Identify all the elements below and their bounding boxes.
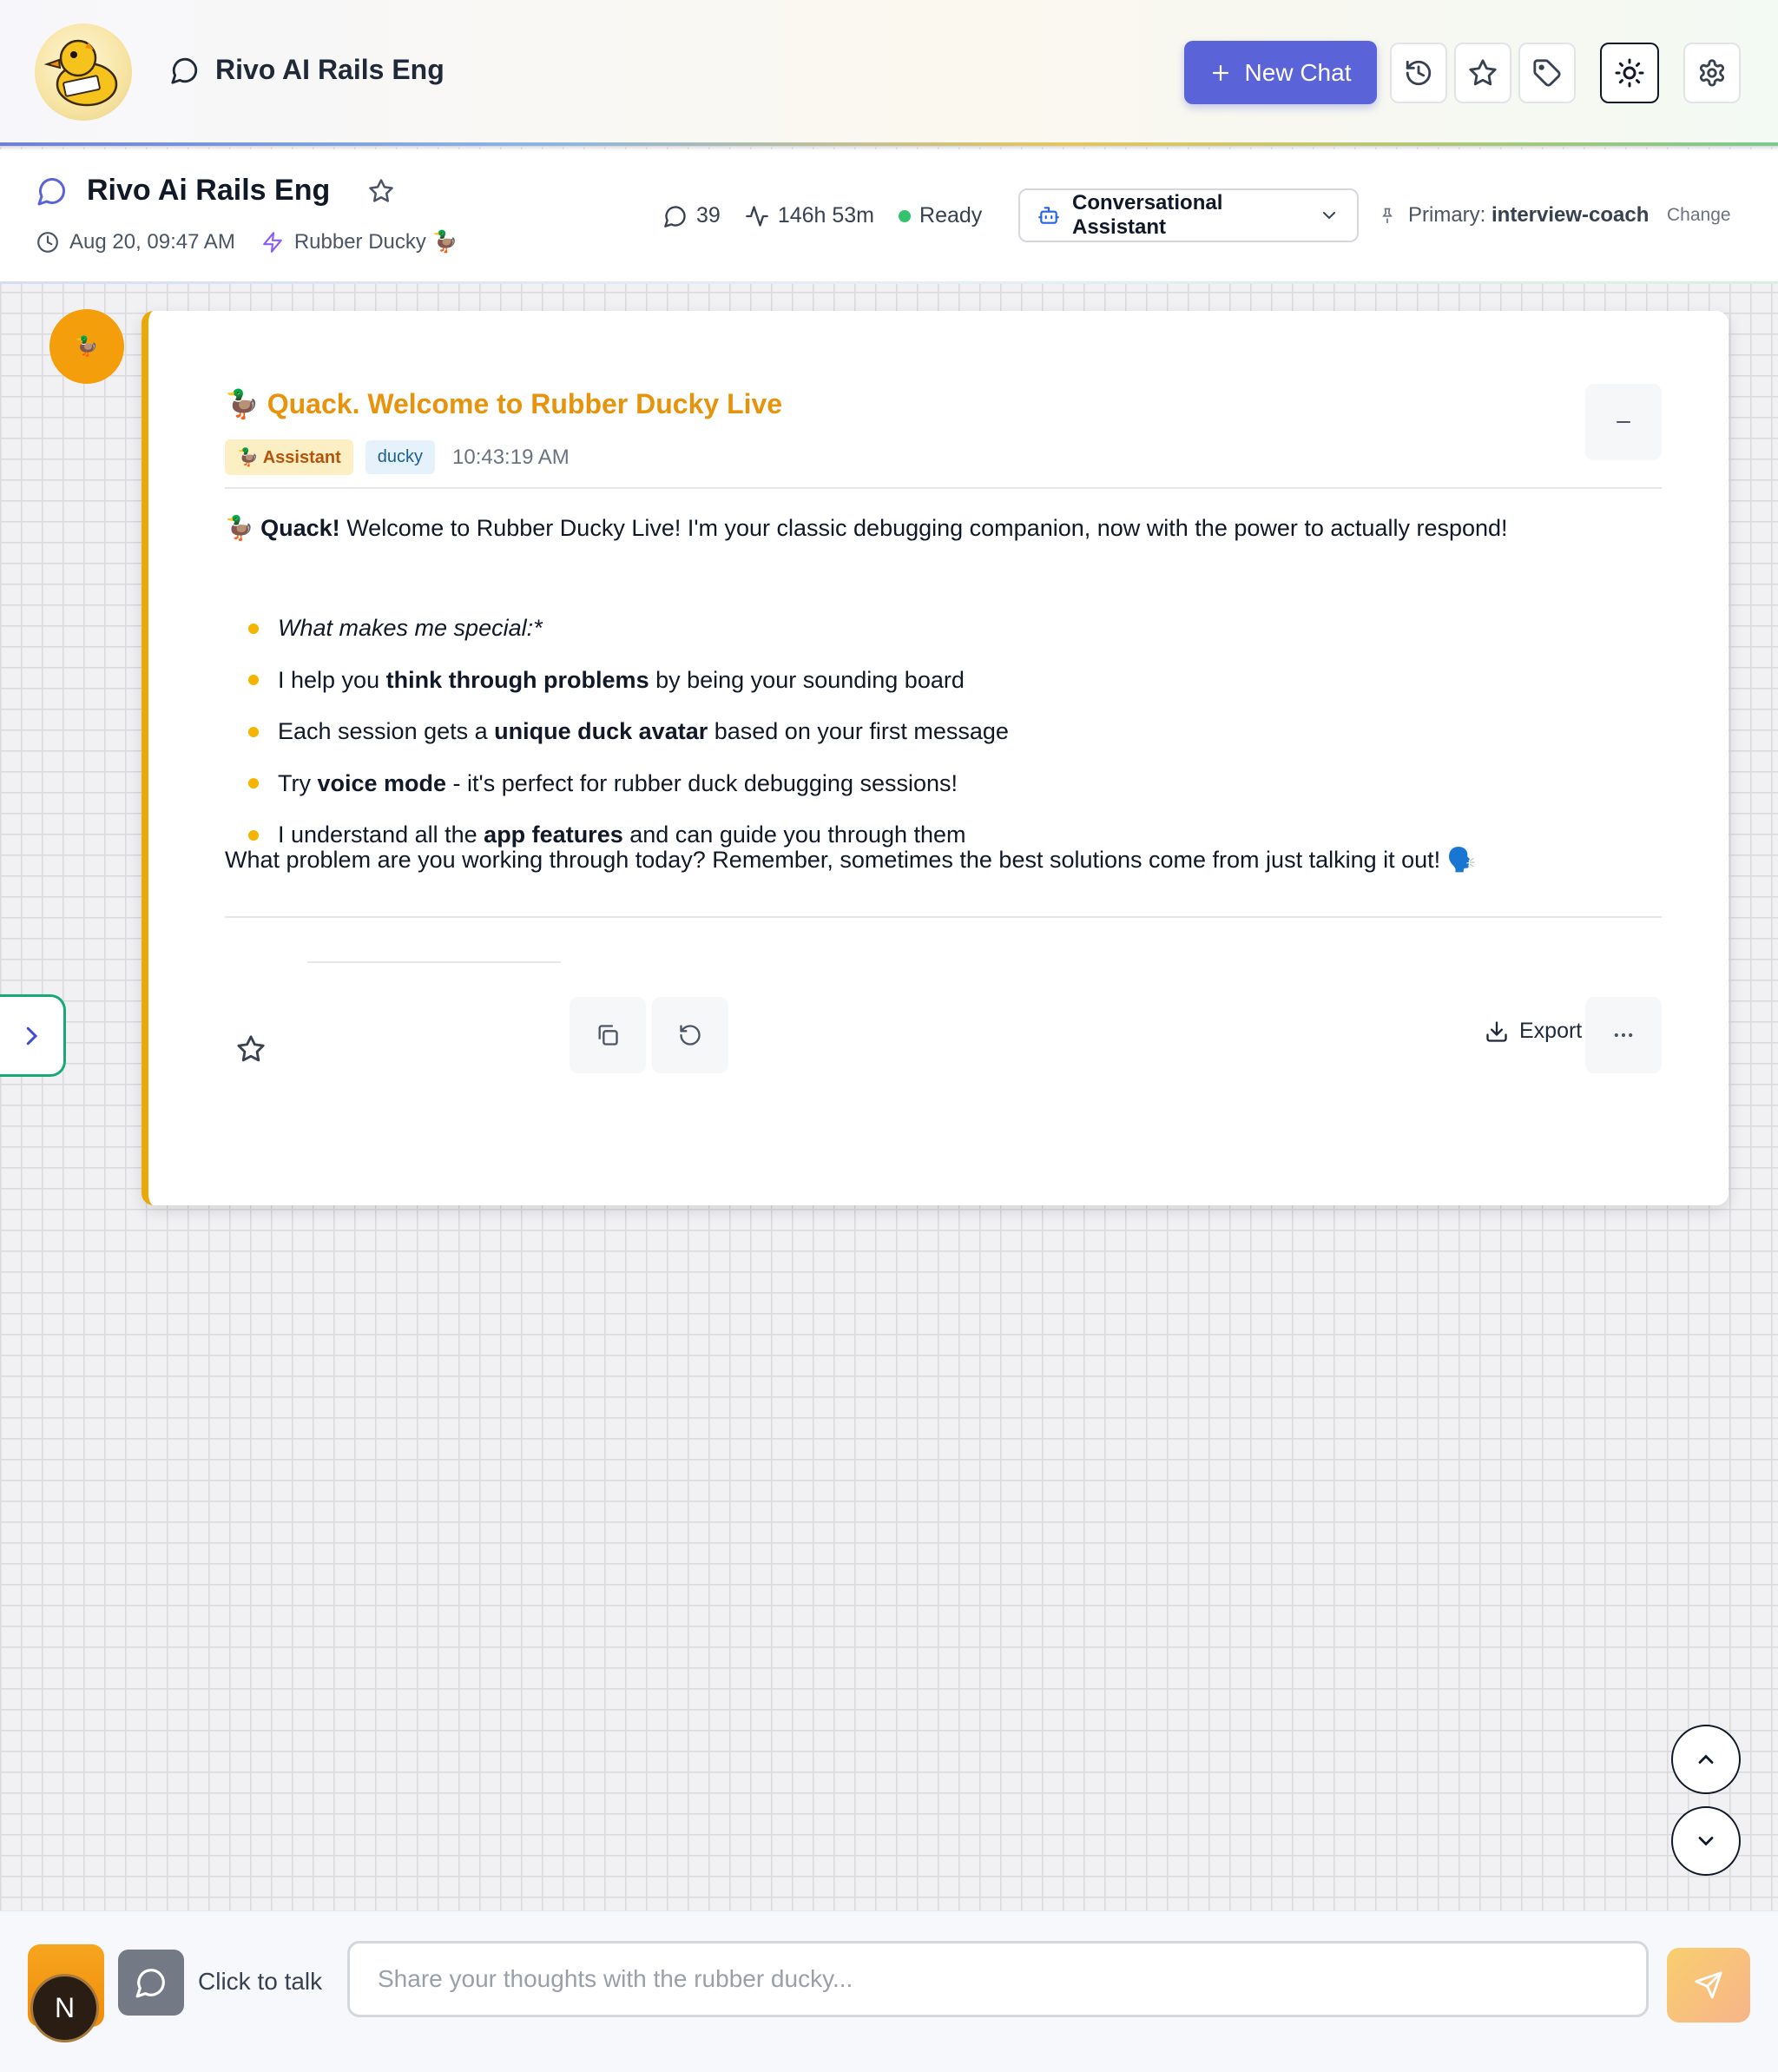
tag-icon xyxy=(1532,58,1562,88)
sidebar-toggle-button[interactable] xyxy=(0,994,66,1077)
refresh-icon xyxy=(678,1023,702,1047)
history-button[interactable] xyxy=(1390,43,1447,103)
settings-button[interactable] xyxy=(1683,43,1741,103)
status-dot xyxy=(899,209,912,222)
mode-select-value: Conversational Assistant xyxy=(1072,191,1223,239)
star-message-button[interactable] xyxy=(225,1023,277,1075)
star-icon xyxy=(236,1034,266,1064)
history-icon xyxy=(1404,58,1433,88)
copy-icon xyxy=(596,1023,620,1047)
status-indicator: Ready xyxy=(899,203,982,228)
session-header: Rivo Ai Rails Eng Aug 20, 09:47 AM Rubbe… xyxy=(0,149,1778,284)
send-icon xyxy=(1694,1970,1723,2000)
user-avatar[interactable]: N xyxy=(30,1974,99,2042)
chat-bubble-icon xyxy=(170,56,200,85)
message-badges: 🦆 Assistant ducky 10:43:19 AM xyxy=(225,439,570,475)
session-date: Aug 20, 09:47 AM xyxy=(36,230,235,254)
message-intro: 🦆 Quack! Welcome to Rubber Ducky Live! I… xyxy=(225,515,1508,541)
scroll-down-button[interactable] xyxy=(1671,1806,1741,1876)
bolt-icon xyxy=(261,231,284,254)
role-badge: 🦆 Assistant xyxy=(225,439,353,475)
divider xyxy=(225,916,1662,918)
assistant-avatar: 🦆 xyxy=(49,309,124,384)
assistant-message-card: 🦆 Quack. Welcome to Rubber Ducky Live 🦆 … xyxy=(142,311,1729,1205)
message-count: 39 xyxy=(663,203,721,228)
chat-bubble-icon xyxy=(36,175,68,207)
bot-icon xyxy=(1037,204,1060,227)
input-bar: N Click to talk xyxy=(0,1910,1778,2072)
divider xyxy=(225,487,1662,489)
feature-list: What makes me special:* I help you think… xyxy=(225,603,1662,861)
app-logo xyxy=(35,23,132,121)
message-timestamp: 10:43:19 AM xyxy=(452,445,570,469)
star-icon xyxy=(1468,58,1498,88)
divider xyxy=(307,961,561,963)
session-duration: 146h 53m xyxy=(745,203,874,228)
favorite-session-star-icon[interactable] xyxy=(368,178,394,204)
list-item: Each session gets a unique duck avatar b… xyxy=(225,706,1662,758)
primary-label: Primary: interview-coach xyxy=(1408,203,1650,227)
send-button[interactable] xyxy=(1667,1948,1750,2023)
export-button[interactable]: Export xyxy=(1485,1019,1592,1044)
scroll-up-button[interactable] xyxy=(1671,1725,1741,1794)
activity-icon xyxy=(745,204,769,228)
minus-icon xyxy=(1613,412,1634,432)
chevron-down-icon xyxy=(1694,1829,1718,1853)
new-chat-button[interactable]: New Chat xyxy=(1184,41,1377,104)
chevron-right-icon xyxy=(18,1023,44,1049)
click-to-talk-label[interactable]: Click to talk xyxy=(198,1968,322,1996)
new-chat-label: New Chat xyxy=(1244,58,1352,86)
more-icon xyxy=(1611,1023,1636,1047)
pin-icon xyxy=(1379,206,1396,225)
export-label: Export xyxy=(1519,1019,1583,1043)
chat-bubble-icon xyxy=(135,1966,168,1999)
primary-persona: Primary: interview-coach xyxy=(1379,203,1649,228)
copy-button[interactable] xyxy=(570,997,646,1073)
list-item: I help you think through problems by bei… xyxy=(225,655,1662,707)
message-title: 🦆 Quack. Welcome to Rubber Ducky Live xyxy=(225,388,783,419)
sun-icon xyxy=(1614,57,1645,89)
more-actions-button[interactable] xyxy=(1585,997,1662,1073)
session-stats: 39 146h 53m Ready xyxy=(663,203,1006,228)
app-title-group: Rivo AI Rails Eng xyxy=(170,54,444,86)
session-title: Rivo Ai Rails Eng xyxy=(87,174,331,207)
theme-toggle-button[interactable] xyxy=(1600,43,1659,103)
session-meta: Aug 20, 09:47 AM Rubber Ducky 🦆 xyxy=(36,229,484,254)
session-title-row: Rivo Ai Rails Eng xyxy=(36,174,394,208)
session-assistant: Rubber Ducky 🦆 xyxy=(261,229,458,254)
regenerate-button[interactable] xyxy=(652,997,728,1073)
chevron-up-icon xyxy=(1694,1747,1718,1772)
list-item: Try voice mode - it's perfect for rubber… xyxy=(225,758,1662,810)
app-title: Rivo AI Rails Eng xyxy=(215,54,444,85)
top-header: Rivo AI Rails Eng New Chat xyxy=(0,0,1778,146)
collapse-message-button[interactable] xyxy=(1585,384,1662,460)
favorites-button[interactable] xyxy=(1454,43,1511,103)
plus-icon xyxy=(1210,63,1231,83)
tag-badge: ducky xyxy=(365,440,435,474)
list-item: What makes me special:* xyxy=(225,603,1662,655)
tags-button[interactable] xyxy=(1518,43,1576,103)
text-mode-button[interactable] xyxy=(118,1950,184,2016)
clock-icon xyxy=(36,231,59,254)
gear-icon xyxy=(1697,58,1727,88)
message-input[interactable] xyxy=(347,1941,1649,2017)
message-closing: What problem are you working through tod… xyxy=(225,847,1477,873)
mode-select-dropdown[interactable]: Conversational Assistant xyxy=(1018,188,1359,242)
chevron-down-icon xyxy=(1319,205,1340,226)
download-icon xyxy=(1485,1020,1509,1044)
chat-bubble-icon xyxy=(663,204,688,228)
change-primary-link[interactable]: Change xyxy=(1667,205,1731,226)
